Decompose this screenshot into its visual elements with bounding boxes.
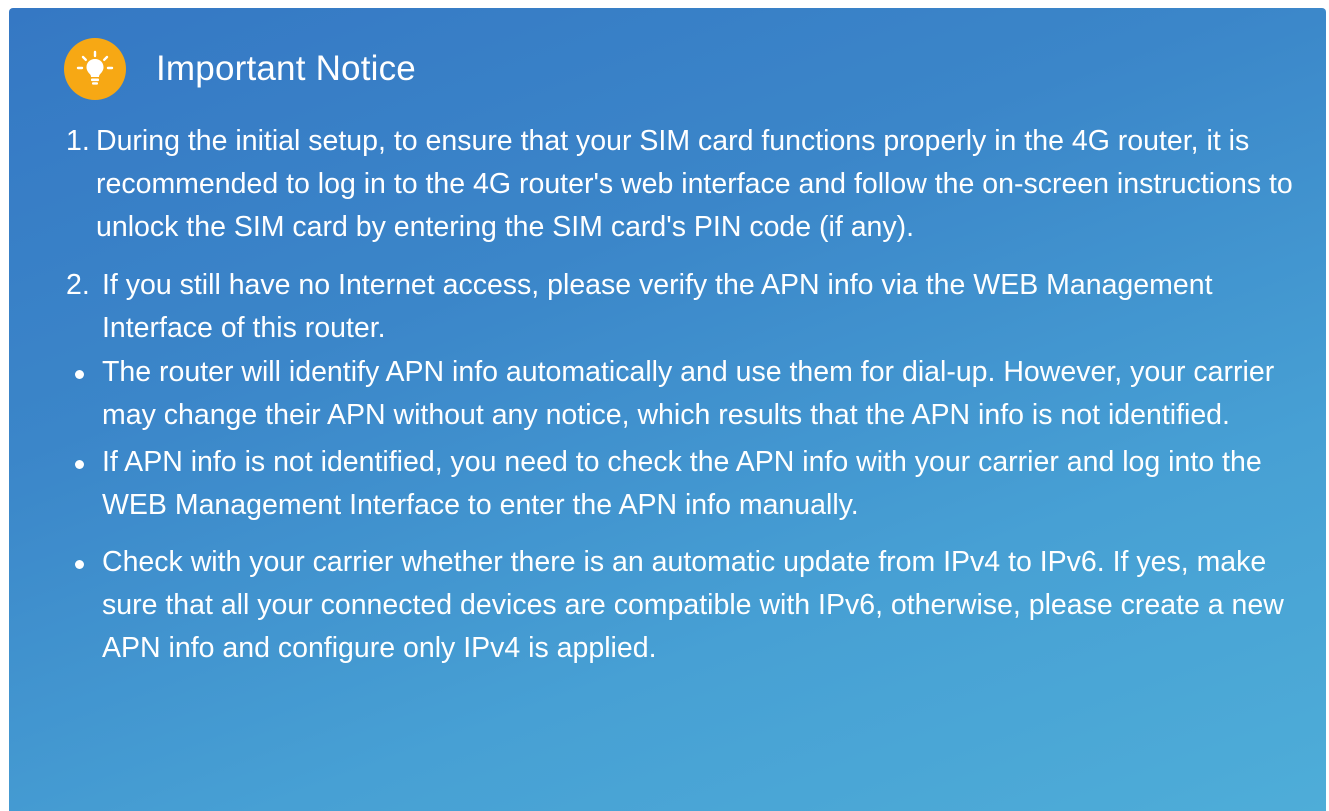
important-notice-panel: Important Notice 1. During the initial s… xyxy=(9,8,1326,811)
item-number: 1. xyxy=(66,125,90,157)
bullet-item: Check with your carrier whether there is… xyxy=(66,541,1306,670)
item-text: If you still have no Internet access, pl… xyxy=(102,269,1213,344)
notice-header: Important Notice xyxy=(64,38,416,100)
bullet-text: If APN info is not identified, you need … xyxy=(102,446,1262,521)
bullet-dot xyxy=(66,441,102,527)
bullet-dot xyxy=(66,541,102,670)
item-number: 2. xyxy=(66,269,90,301)
bullet-item: If APN info is not identified, you need … xyxy=(66,441,1306,527)
numbered-item-2: 2. If you still have no Internet access,… xyxy=(66,264,1306,350)
bullet-item: The router will identify APN info automa… xyxy=(66,351,1306,437)
bullet-dot xyxy=(66,351,102,437)
bullet-text: The router will identify APN info automa… xyxy=(102,356,1275,431)
numbered-item-1: 1. During the initial setup, to ensure t… xyxy=(66,120,1306,249)
notice-title: Important Notice xyxy=(156,49,416,88)
lightbulb-icon xyxy=(64,38,126,100)
notice-content: 1. During the initial setup, to ensure t… xyxy=(66,120,1306,674)
item-text: During the initial setup, to ensure that… xyxy=(96,125,1293,243)
bullet-text: Check with your carrier whether there is… xyxy=(102,546,1284,664)
